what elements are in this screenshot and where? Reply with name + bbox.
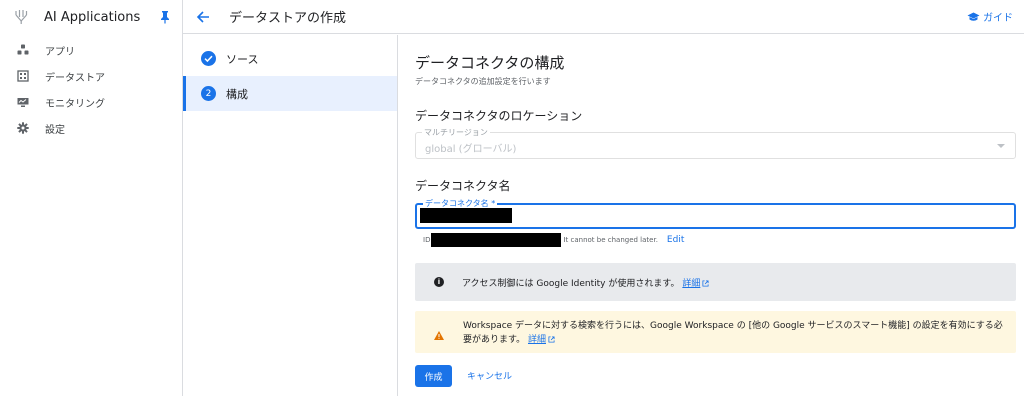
step-label: ソース xyxy=(226,52,259,66)
info-text-wrap: アクセス制御には Google Identity が使用されます。 詳細 xyxy=(462,276,709,289)
id-row: ID It cannot be changed later. Edit xyxy=(423,233,684,247)
monitoring-icon xyxy=(17,96,29,108)
page-title: データストアの作成 xyxy=(229,11,347,26)
redacted-id xyxy=(431,233,562,247)
apps-icon xyxy=(17,44,29,56)
check-circle-icon xyxy=(201,51,216,66)
left-nav: AI Applications アプリ データストア モニタリング 設定 xyxy=(0,0,183,396)
edit-id-link[interactable]: Edit xyxy=(667,235,684,245)
location-select-value: global (グローバル) xyxy=(425,144,517,155)
info-text: アクセス制御には Google Identity が使用されます。 xyxy=(462,278,680,289)
guide-link[interactable]: ガイド xyxy=(967,9,1013,24)
open-in-new-icon xyxy=(702,279,709,287)
step-configure[interactable]: 2 構成 xyxy=(183,76,397,111)
step-label: 構成 xyxy=(226,87,248,101)
nav-item-datastore[interactable]: データストア xyxy=(0,63,182,89)
pin-icon[interactable] xyxy=(159,9,171,24)
info-icon: i xyxy=(434,277,444,287)
guide-label: ガイド xyxy=(983,13,1013,24)
school-icon xyxy=(967,12,980,22)
warning-details-label: 詳細 xyxy=(527,335,546,345)
nav-item-apps[interactable]: アプリ xyxy=(0,37,182,63)
step-number-badge: 2 xyxy=(201,86,216,101)
warning-text-wrap: Workspace データに対する検索を行うには、Google Workspac… xyxy=(463,319,1008,347)
top-bar: データストアの作成 ガイド xyxy=(183,0,1024,34)
section-title: データコネクタの構成 xyxy=(415,54,565,72)
app-name: AI Applications xyxy=(44,9,141,25)
location-select-label: マルチリージョン xyxy=(422,127,490,138)
connector-name-input[interactable]: データコネクタ名 * xyxy=(415,198,1016,229)
id-prefix: ID xyxy=(423,236,431,244)
brand: AI Applications xyxy=(0,0,182,34)
info-details-link[interactable]: 詳細 xyxy=(682,279,709,289)
step-source[interactable]: ソース xyxy=(183,41,397,76)
warning-details-link[interactable]: 詳細 xyxy=(528,335,555,345)
location-select: マルチリージョン global (グローバル) xyxy=(415,127,1016,159)
nav-item-label: 設定 xyxy=(45,124,65,136)
location-heading: データコネクタのロケーション xyxy=(415,109,583,123)
warning-icon xyxy=(434,325,444,340)
datastore-icon xyxy=(17,70,29,82)
id-note: It cannot be changed later. xyxy=(563,236,658,244)
gear-icon xyxy=(17,122,29,134)
info-details-label: 詳細 xyxy=(682,278,701,289)
info-banner: i アクセス制御には Google Identity が使用されます。 詳細 xyxy=(415,263,1016,301)
nav-item-label: モニタリング xyxy=(45,98,105,110)
nav-item-label: データストア xyxy=(45,72,105,84)
dropdown-caret-icon xyxy=(997,144,1005,148)
cancel-button[interactable]: キャンセル xyxy=(467,369,512,382)
nav-item-label: アプリ xyxy=(45,46,75,58)
warning-banner: Workspace データに対する検索を行うには、Google Workspac… xyxy=(415,311,1016,353)
nav-item-settings[interactable]: 設定 xyxy=(0,115,182,141)
ai-applications-logo-icon xyxy=(14,9,30,25)
app-root: AI Applications アプリ データストア モニタリング 設定 データ… xyxy=(0,0,1024,396)
create-button[interactable]: 作成 xyxy=(415,365,452,387)
stepper: ソース 2 構成 xyxy=(183,35,398,396)
nav-item-monitoring[interactable]: モニタリング xyxy=(0,89,182,115)
section-subtitle: データコネクタの追加設定を行います xyxy=(415,77,551,86)
open-in-new-icon xyxy=(548,336,555,343)
redacted-value xyxy=(420,208,512,223)
name-heading: データコネクタ名 xyxy=(415,179,511,193)
back-arrow-icon[interactable] xyxy=(195,9,211,25)
